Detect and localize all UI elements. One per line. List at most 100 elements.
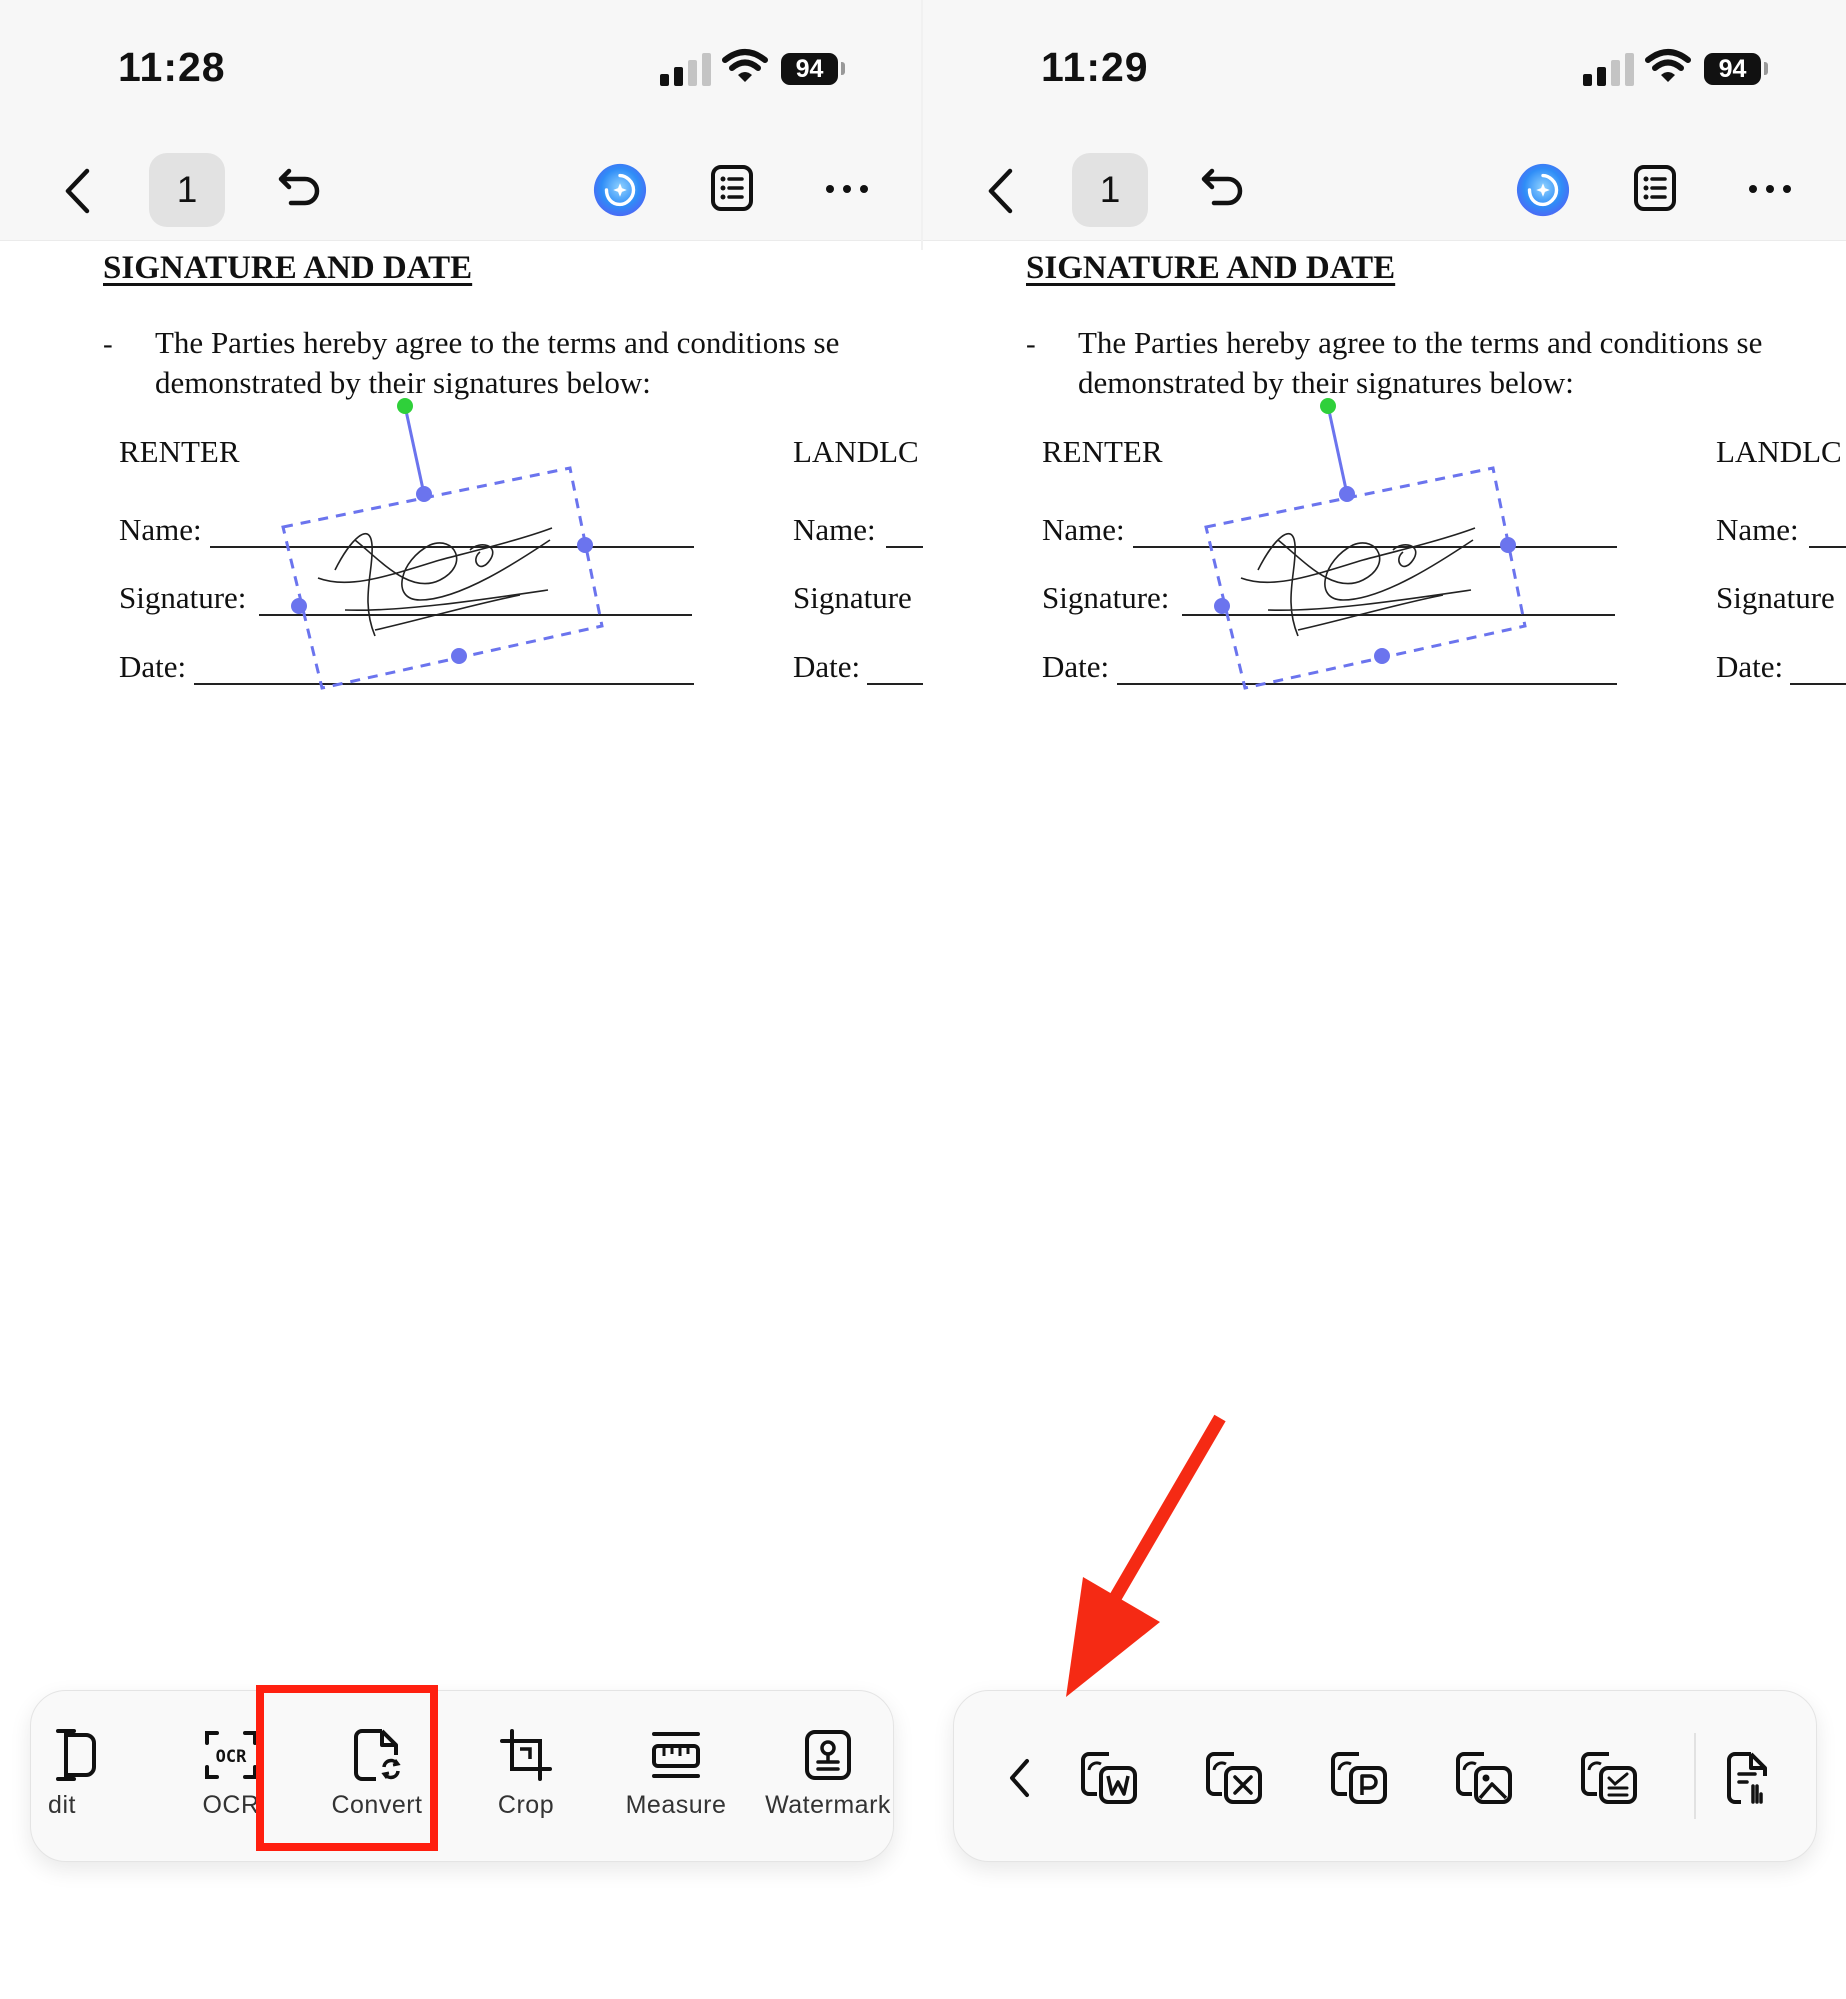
undo-icon: [278, 168, 320, 206]
more-icon: [826, 185, 868, 193]
convert-back-button[interactable]: [984, 1743, 1054, 1813]
convert-to-word-button[interactable]: [1074, 1743, 1144, 1813]
renter-label: RENTER: [1042, 434, 1163, 469]
battery-tip: [841, 62, 845, 75]
resize-handle-bottom: [1374, 648, 1390, 664]
tool-label: Measure: [625, 1791, 727, 1819]
landlord-date-underline: [1790, 683, 1846, 685]
status-time: 11:28: [118, 44, 226, 90]
tool-measure[interactable]: Measure: [601, 1691, 751, 1861]
landlord-date-label: Date:: [793, 649, 861, 684]
tool-edit[interactable]: dit: [31, 1691, 117, 1861]
convert-highlight-box: [256, 1685, 438, 1851]
pdf-to-other-format-icon: [1727, 1752, 1767, 1804]
rotate-handle: [1320, 398, 1336, 414]
resize-handle-top: [1339, 486, 1355, 502]
resize-handle-left: [1214, 598, 1230, 614]
ai-assistant-icon: [593, 163, 647, 217]
cellular-signal-icon: [1583, 52, 1635, 86]
undo-button[interactable]: [274, 163, 324, 213]
resize-handle-top: [416, 486, 432, 502]
landlord-date-underline: [867, 683, 923, 685]
back-button[interactable]: [975, 163, 1025, 219]
landlord-signature-label: Signature: [793, 580, 912, 615]
pdf-to-excel-icon: [1206, 1752, 1262, 1804]
battery-tip: [1764, 62, 1768, 75]
screen-after: 11:29 94 1 SIGNATURE AND DATE - The Part…: [923, 0, 1846, 1999]
tool-label: dit: [48, 1791, 76, 1819]
landlord-name-label: Name:: [793, 512, 876, 547]
screen-before: 11:28 94 1 SIGNATURE AND DATE - The Part…: [0, 0, 923, 1999]
outline-list-button[interactable]: [708, 162, 756, 214]
resize-handle-left: [291, 598, 307, 614]
chevron-left-icon: [65, 168, 90, 214]
convert-to-excel-button[interactable]: [1199, 1743, 1269, 1813]
ai-assistant-button[interactable]: [592, 162, 648, 218]
pdf-to-text-icon: [1581, 1752, 1637, 1804]
selected-signature[interactable]: [270, 390, 610, 700]
tool-watermark[interactable]: Watermark: [753, 1691, 893, 1861]
battery-level: 94: [781, 53, 838, 85]
back-button[interactable]: [52, 163, 102, 219]
bottom-toolbar: dit OCR OCR Convert Crop Measure Waterma…: [30, 1690, 894, 1862]
edit-text-icon: [44, 1727, 104, 1783]
tool-label: Watermark: [765, 1791, 891, 1819]
pdf-to-powerpoint-icon: [1331, 1752, 1387, 1804]
convert-to-powerpoint-button[interactable]: [1324, 1743, 1394, 1813]
body-text-line-1: The Parties hereby agree to the terms an…: [155, 325, 840, 360]
page-number-button[interactable]: 1: [1072, 153, 1148, 227]
undo-icon: [1201, 168, 1243, 206]
convert-to-text-button[interactable]: [1574, 1743, 1644, 1813]
landlord-name-underline: [1809, 546, 1846, 548]
more-icon: [1749, 185, 1791, 193]
wifi-icon: [1645, 49, 1691, 82]
list-bullet: -: [1026, 328, 1036, 360]
name-label: Name:: [119, 512, 202, 547]
selected-signature[interactable]: [1193, 390, 1533, 700]
landlord-name-underline: [886, 546, 923, 548]
cellular-signal-icon: [660, 52, 712, 86]
date-label: Date:: [119, 649, 187, 684]
rotate-handle: [397, 398, 413, 414]
outline-list-button[interactable]: [1631, 162, 1679, 214]
renter-label: RENTER: [119, 434, 240, 469]
list-bullet: -: [103, 328, 113, 360]
list-icon: [711, 165, 753, 211]
body-text-line-1: The Parties hereby agree to the terms an…: [1078, 325, 1763, 360]
wifi-icon: [722, 49, 768, 82]
battery-level: 94: [1704, 53, 1761, 85]
tool-crop[interactable]: Crop: [451, 1691, 601, 1861]
resize-handle-right: [1500, 537, 1516, 553]
name-label: Name:: [1042, 512, 1125, 547]
more-button[interactable]: [1745, 172, 1795, 206]
list-icon: [1634, 165, 1676, 211]
landlord-label: LANDLC: [793, 434, 919, 469]
landlord-signature-label: Signature: [1716, 580, 1835, 615]
svg-text:OCR: OCR: [216, 1747, 247, 1767]
section-heading: SIGNATURE AND DATE: [103, 250, 473, 286]
page-number-button[interactable]: 1: [149, 153, 225, 227]
top-bar: 11:28 94 1: [0, 0, 923, 241]
signature-label: Signature:: [1042, 580, 1170, 615]
date-label: Date:: [1042, 649, 1110, 684]
resize-handle-bottom: [451, 648, 467, 664]
resize-handle-right: [577, 537, 593, 553]
signature-label: Signature:: [119, 580, 247, 615]
tool-label: Crop: [497, 1791, 555, 1819]
crop-icon: [500, 1727, 552, 1783]
ai-assistant-button[interactable]: [1515, 162, 1571, 218]
ai-assistant-icon: [1516, 163, 1570, 217]
pdf-to-image-icon: [1456, 1752, 1512, 1804]
more-button[interactable]: [822, 172, 872, 206]
chevron-left-icon: [1010, 1759, 1029, 1797]
landlord-name-label: Name:: [1716, 512, 1799, 547]
undo-button[interactable]: [1197, 163, 1247, 213]
ruler-icon: [650, 1727, 702, 1783]
toolbar-separator: [1694, 1733, 1696, 1819]
landlord-date-label: Date:: [1716, 649, 1784, 684]
tool-label: OCR: [202, 1791, 260, 1819]
chevron-left-icon: [988, 168, 1013, 214]
convert-to-image-button[interactable]: [1449, 1743, 1519, 1813]
convert-to-other-button[interactable]: [1714, 1743, 1784, 1813]
pdf-to-word-icon: [1081, 1752, 1137, 1804]
